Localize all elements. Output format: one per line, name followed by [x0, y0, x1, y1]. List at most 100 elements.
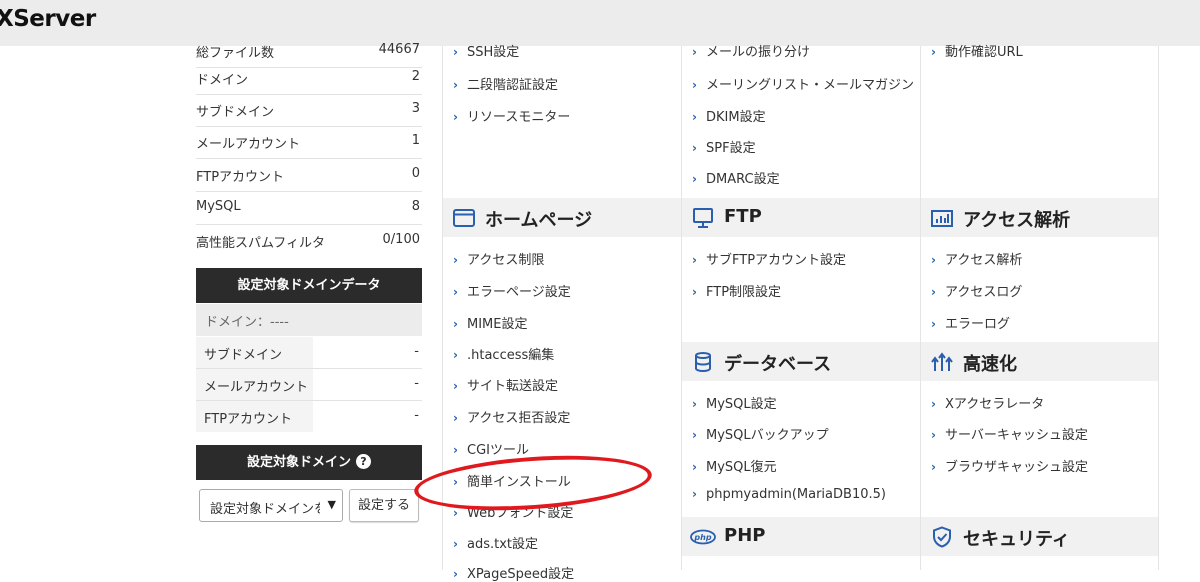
chevron-right-icon: ›	[692, 172, 697, 186]
menu-item-ssh[interactable]: › SSH設定	[453, 41, 519, 60]
row-value: -	[414, 344, 419, 359]
stat-label: 高性能スパムフィルタ	[196, 236, 325, 251]
menu-item-access-restriction[interactable]: › アクセス制限	[453, 249, 544, 268]
target-domain-header: 設定対象ドメイン?	[196, 445, 422, 480]
menu-item-test-url[interactable]: › 動作確認URL	[931, 41, 1023, 60]
menu-item-error-page[interactable]: › エラーページ設定	[453, 281, 571, 300]
section-title: データベース	[724, 354, 832, 375]
monitor-icon	[693, 208, 713, 228]
row-label: サブドメイン	[204, 348, 283, 363]
chevron-right-icon: ›	[931, 317, 936, 331]
chevron-right-icon: ›	[931, 397, 936, 411]
menu-item-phpmyadmin[interactable]: › phpmyadmin(MariaDB10.5)	[692, 487, 886, 502]
menu-item-sub-ftp[interactable]: › サブFTPアカウント設定	[692, 249, 846, 268]
menu-item-error-log[interactable]: › エラーログ	[931, 313, 1010, 332]
menu-item-browser-cache[interactable]: › ブラウザキャッシュ設定	[931, 456, 1088, 475]
menu-item-access-analysis[interactable]: › アクセス解析	[931, 249, 1022, 268]
chevron-right-icon: ›	[453, 443, 458, 457]
chevron-down-icon: ▼	[327, 498, 336, 511]
top-bar: XServer	[0, 0, 1200, 46]
section-ftp-header: FTP	[682, 198, 920, 237]
menu-item-mysql-restore[interactable]: › MySQL復元	[692, 456, 777, 475]
chevron-right-icon: ›	[453, 379, 458, 393]
menu-item-spf[interactable]: › SPF設定	[692, 137, 756, 156]
stat-value: 8	[411, 199, 420, 214]
stat-label: 総ファイル数	[196, 46, 275, 61]
target-domain-select[interactable]: 設定対象ドメインを選択 ▼	[199, 489, 343, 522]
section-title: PHP	[724, 525, 766, 546]
stat-value: 0/100	[382, 232, 420, 247]
menu-item-site-redirect[interactable]: › サイト転送設定	[453, 375, 558, 394]
row-label: FTPアカウント	[204, 412, 293, 427]
chevron-right-icon: ›	[453, 285, 458, 299]
divider	[681, 46, 682, 570]
menu-item-dkim[interactable]: › DKIM設定	[692, 106, 766, 125]
php-icon: php	[690, 529, 716, 545]
chevron-right-icon: ›	[692, 253, 697, 267]
menu-item-cgi-tool[interactable]: › CGIツール	[453, 439, 529, 458]
menu-item-2fa[interactable]: › 二段階認証設定	[453, 74, 558, 93]
menu-item-access-deny[interactable]: › アクセス拒否設定	[453, 407, 570, 426]
menu-item-htaccess[interactable]: › .htaccess編集	[453, 344, 554, 363]
domain-data-header: 設定対象ドメインデータ	[196, 268, 422, 303]
row-value: -	[414, 376, 419, 391]
menu-item-resource-monitor[interactable]: › リソースモニター	[453, 106, 570, 125]
section-title: 高速化	[963, 354, 1017, 375]
menu-item-ads-txt[interactable]: › ads.txt設定	[453, 533, 538, 552]
domain-data-row-subdomain: サブドメイン -	[196, 337, 422, 369]
menu-item-ftp-restriction[interactable]: › FTP制限設定	[692, 281, 781, 300]
stat-value: 0	[411, 166, 420, 181]
stat-label: ドメイン	[196, 73, 249, 88]
menu-item-mime[interactable]: › MIME設定	[453, 313, 527, 332]
chevron-right-icon: ›	[453, 110, 458, 124]
menu-item-pagespeed[interactable]: › XPageSpeed設定	[453, 563, 574, 582]
chevron-right-icon: ›	[453, 348, 458, 362]
chevron-right-icon: ›	[453, 411, 458, 425]
row-value: -	[414, 408, 419, 423]
stat-value: 2	[411, 69, 420, 84]
chevron-right-icon: ›	[453, 567, 458, 581]
stat-row-domain: ドメイン 2	[196, 63, 422, 95]
set-domain-button[interactable]: 設定する	[349, 489, 419, 522]
section-title: セキュリティ	[963, 529, 1070, 550]
menu-item-mysql-settings[interactable]: › MySQL設定	[692, 393, 777, 412]
menu-item-access-log[interactable]: › アクセスログ	[931, 281, 1022, 300]
stat-label: FTPアカウント	[196, 170, 285, 185]
menu-item-mysql-backup[interactable]: › MySQLバックアップ	[692, 424, 829, 443]
stat-row-mail: メールアカウント 1	[196, 127, 422, 159]
divider	[920, 46, 921, 570]
section-title: アクセス解析	[963, 210, 1071, 231]
section-speed-header: 高速化	[921, 342, 1158, 381]
chevron-right-icon: ›	[692, 110, 697, 124]
domain-label: ドメイン：----	[205, 315, 289, 330]
domain-data-row-mail: メールアカウント -	[196, 369, 422, 401]
menu-item-server-cache[interactable]: › サーバーキャッシュ設定	[931, 424, 1088, 443]
chevron-right-icon: ›	[692, 460, 697, 474]
section-homepage-header: ホームページ	[443, 198, 681, 237]
row-label: メールアカウント	[204, 380, 309, 395]
help-icon[interactable]: ?	[356, 454, 371, 469]
bar-chart-icon	[931, 210, 953, 227]
stat-row-subdomain: サブドメイン 3	[196, 95, 422, 127]
chevron-right-icon: ›	[931, 45, 936, 59]
menu-item-mailing-list[interactable]: › メーリングリスト・メールマガジン	[692, 74, 914, 93]
domain-data-row-ftp: FTPアカウント -	[196, 401, 422, 432]
browser-window-icon	[453, 209, 475, 227]
menu-item-dmarc[interactable]: › DMARC設定	[692, 168, 780, 187]
chevron-right-icon: ›	[453, 78, 458, 92]
chevron-right-icon: ›	[931, 460, 936, 474]
target-domain-title: 設定対象ドメイン	[246, 455, 351, 470]
chevron-right-icon: ›	[453, 537, 458, 551]
chevron-right-icon: ›	[692, 397, 697, 411]
chevron-right-icon: ›	[453, 253, 458, 267]
menu-item-mail-filter[interactable]: › メールの振り分け	[692, 41, 810, 60]
stat-label: メールアカウント	[196, 137, 301, 152]
chevron-right-icon: ›	[692, 78, 697, 92]
chevron-right-icon: ›	[692, 45, 697, 59]
divider	[1158, 46, 1159, 570]
xserver-logo[interactable]: XServer	[0, 6, 96, 32]
section-security-header: セキュリティ	[921, 517, 1158, 556]
menu-item-x-accelerator[interactable]: › Xアクセラレータ	[931, 393, 1044, 412]
highlight-circle	[412, 448, 654, 518]
stat-value: 3	[411, 101, 420, 116]
